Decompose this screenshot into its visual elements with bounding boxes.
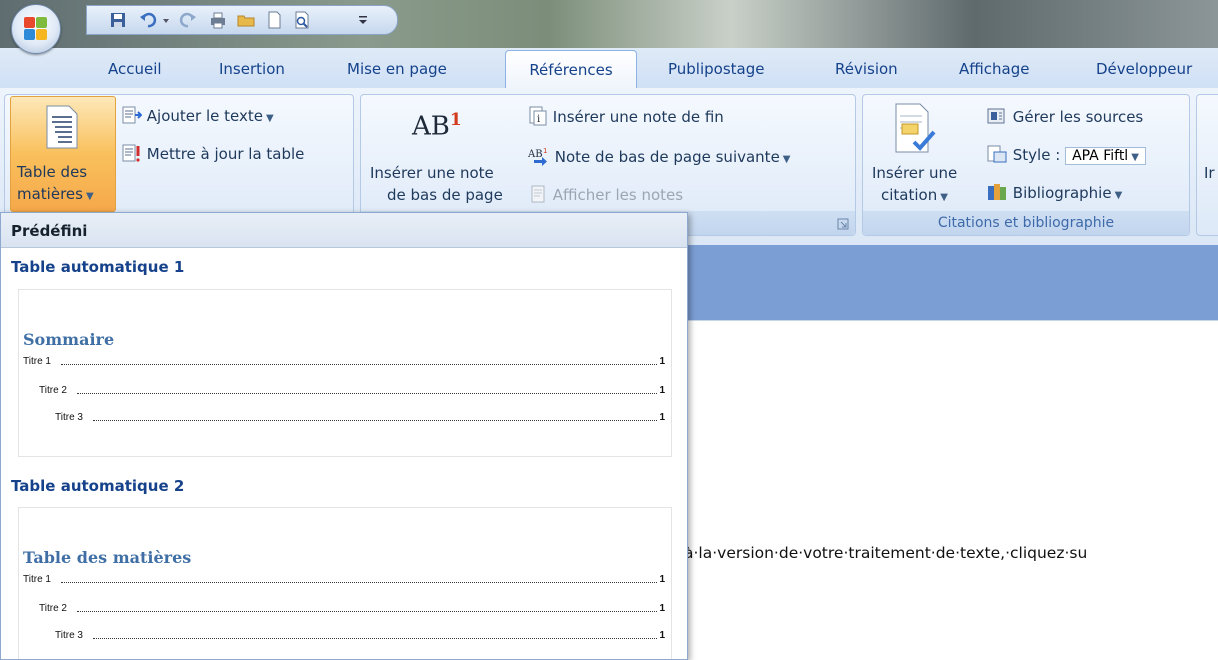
preview-entry: Titre 21 bbox=[39, 603, 665, 614]
redo-icon[interactable] bbox=[179, 11, 197, 29]
tab-publipostage[interactable]: Publipostage bbox=[668, 48, 764, 88]
preview-entry: Titre 11 bbox=[23, 574, 665, 585]
tab-accueil[interactable]: Accueil bbox=[108, 48, 162, 88]
tab-revision[interactable]: Révision bbox=[835, 48, 898, 88]
customize-dropdown-icon[interactable] bbox=[357, 11, 369, 29]
preview-entry: Titre 31 bbox=[55, 412, 665, 423]
gallery-section-title: Table automatique 1 bbox=[11, 258, 185, 276]
document-text[interactable]: à·la·version·de·votre·traitement·de·text… bbox=[684, 544, 1087, 562]
undo-icon[interactable] bbox=[139, 11, 157, 29]
add-text-icon bbox=[122, 106, 143, 124]
tab-references[interactable]: Références bbox=[505, 50, 637, 91]
undo-dropdown-icon[interactable] bbox=[161, 11, 171, 29]
style-selector[interactable]: Style : APA Fiftl ▼ bbox=[986, 144, 1146, 165]
toc-label-line2: matières ▼ bbox=[17, 185, 94, 203]
print-icon[interactable] bbox=[209, 11, 227, 29]
style-dropdown[interactable]: APA Fiftl ▼ bbox=[1065, 147, 1146, 165]
save-icon[interactable] bbox=[109, 11, 127, 29]
add-text-button[interactable]: Ajouter le texte ▼ bbox=[122, 106, 274, 125]
toc-preview-automatic-2[interactable]: Table des matières Titre 11 Titre 21 Tit… bbox=[18, 507, 672, 659]
manage-sources-icon bbox=[987, 108, 1005, 124]
update-table-icon bbox=[122, 144, 140, 162]
quick-access-toolbar bbox=[86, 5, 398, 35]
insert-citation-icon[interactable] bbox=[892, 102, 936, 156]
manage-sources-button[interactable]: Gérer les sources bbox=[986, 106, 1143, 126]
chevron-down-icon: ▼ bbox=[265, 113, 274, 124]
svg-text:i: i bbox=[537, 114, 540, 125]
gallery-header: Prédéfini bbox=[1, 213, 687, 248]
preview-title: Table des matières bbox=[23, 548, 192, 567]
new-document-icon[interactable] bbox=[265, 11, 283, 29]
insert-endnote-button[interactable]: i Insérer une note de fin bbox=[528, 106, 724, 126]
insert-citation-label-2[interactable]: citation ▼ bbox=[881, 186, 948, 204]
office-button[interactable] bbox=[11, 4, 61, 54]
style-icon bbox=[987, 145, 1007, 163]
insert-footnote-label-1[interactable]: Insérer une note bbox=[370, 164, 494, 182]
preview-entry: Titre 11 bbox=[23, 356, 665, 367]
partial-next-group-label[interactable]: Ir bbox=[1204, 164, 1215, 182]
group-label-citations: Citations et bibliographie bbox=[863, 211, 1189, 235]
preview-entry: Titre 21 bbox=[39, 385, 665, 396]
chevron-down-icon: ▼ bbox=[782, 154, 791, 165]
show-notes-icon bbox=[531, 185, 545, 203]
print-preview-icon[interactable] bbox=[293, 11, 311, 29]
chevron-down-icon: ▼ bbox=[940, 192, 948, 203]
tab-mise-en-page[interactable]: Mise en page bbox=[347, 48, 447, 88]
next-footnote-icon: AB 1 bbox=[527, 147, 547, 166]
dialog-launcher-icon[interactable] bbox=[837, 218, 849, 230]
table-of-contents-button[interactable]: Table des matières ▼ bbox=[10, 96, 116, 212]
preview-entry: Titre 31 bbox=[55, 630, 665, 641]
next-footnote-button[interactable]: AB 1 Note de bas de page suivante ▼ bbox=[527, 146, 791, 166]
toc-label-line1: Table des bbox=[17, 163, 88, 181]
chevron-down-icon: ▼ bbox=[1131, 152, 1139, 163]
bibliography-icon bbox=[988, 184, 1006, 200]
toc-gallery-dropdown: Prédéfini Table automatique 1 Sommaire T… bbox=[0, 212, 688, 660]
update-table-button[interactable]: Mettre à jour la table bbox=[122, 144, 304, 163]
ribbon-tabs: Accueil Insertion Mise en page Référence… bbox=[0, 48, 1218, 91]
tab-insertion[interactable]: Insertion bbox=[219, 48, 285, 88]
gallery-section-title: Table automatique 2 bbox=[11, 477, 185, 495]
insert-footnote-label-2[interactable]: de bas de page bbox=[387, 186, 503, 204]
open-folder-icon[interactable] bbox=[237, 11, 255, 29]
table-of-contents-icon bbox=[46, 105, 78, 149]
toc-preview-automatic-1[interactable]: Sommaire Titre 11 Titre 21 Titre 31 bbox=[18, 289, 672, 457]
insert-citation-label-1[interactable]: Insérer une bbox=[872, 164, 957, 182]
show-notes-button[interactable]: Afficher les notes bbox=[528, 184, 683, 204]
tab-affichage[interactable]: Affichage bbox=[959, 48, 1029, 88]
tab-developpeur[interactable]: Développeur bbox=[1096, 48, 1192, 88]
chevron-down-icon: ▼ bbox=[85, 191, 94, 202]
chevron-down-icon: ▼ bbox=[1114, 190, 1123, 201]
insert-footnote-icon[interactable]: AB1 bbox=[412, 110, 462, 142]
office-logo-icon bbox=[24, 17, 48, 41]
svg-text:AB: AB bbox=[528, 149, 543, 160]
endnote-icon: i bbox=[529, 106, 547, 126]
svg-text:1: 1 bbox=[543, 147, 547, 155]
preview-title: Sommaire bbox=[23, 330, 115, 349]
bibliography-button[interactable]: Bibliographie ▼ bbox=[986, 182, 1122, 202]
